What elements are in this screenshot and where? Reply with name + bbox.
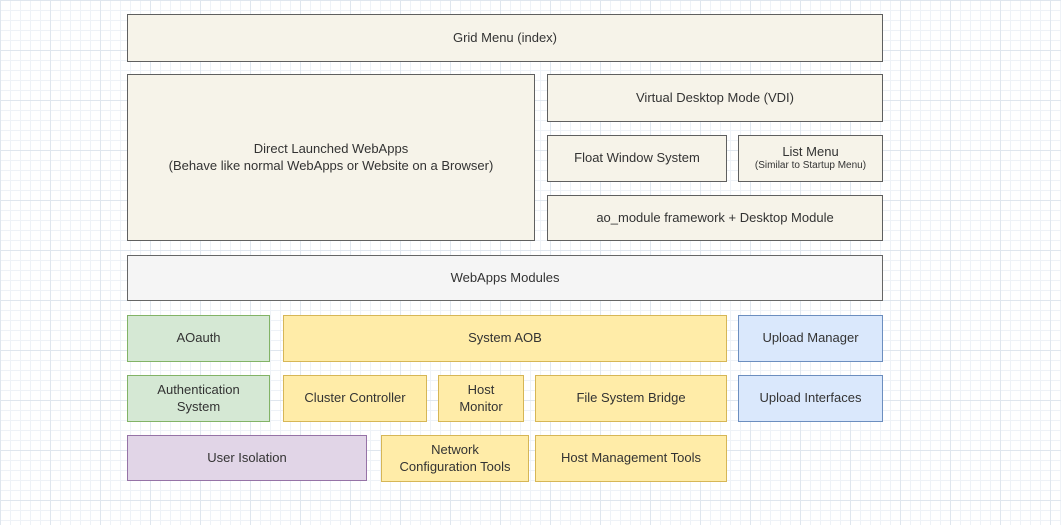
host-management-tools-label: Host Management Tools — [561, 450, 701, 466]
user-isolation-label: User Isolation — [207, 450, 286, 466]
network-configuration-tools-label: Network — [431, 442, 479, 458]
grid-menu-label: Grid Menu (index) — [453, 30, 557, 46]
list-menu-label: (Similar to Startup Menu) — [755, 160, 866, 173]
list-menu-node[interactable]: List Menu(Similar to Startup Menu) — [738, 135, 883, 182]
direct-launched-webapps-label: (Behave like normal WebApps or Website o… — [169, 158, 494, 174]
aoauth-node[interactable]: AOauth — [127, 315, 270, 362]
direct-launched-webapps-label: Direct Launched WebApps — [254, 141, 408, 157]
network-configuration-tools-label: Configuration Tools — [399, 459, 510, 475]
upload-manager-node[interactable]: Upload Manager — [738, 315, 883, 362]
authentication-system-label: Authentication — [157, 382, 239, 398]
ao-module-framework-label: ao_module framework + Desktop Module — [596, 210, 833, 226]
system-aob-node[interactable]: System AOB — [283, 315, 727, 362]
host-management-tools-node[interactable]: Host Management Tools — [535, 435, 727, 482]
network-configuration-tools-node[interactable]: NetworkConfiguration Tools — [381, 435, 529, 482]
file-system-bridge-node[interactable]: File System Bridge — [535, 375, 727, 422]
host-monitor-node[interactable]: HostMonitor — [438, 375, 524, 422]
webapps-modules-node[interactable]: WebApps Modules — [127, 255, 883, 301]
host-monitor-label: Host — [468, 382, 495, 398]
authentication-system-label: System — [177, 399, 220, 415]
virtual-desktop-mode-node[interactable]: Virtual Desktop Mode (VDI) — [547, 74, 883, 122]
grid-menu-node[interactable]: Grid Menu (index) — [127, 14, 883, 62]
webapps-modules-label: WebApps Modules — [451, 270, 560, 286]
diagram-canvas: Grid Menu (index) Direct Launched WebApps… — [0, 0, 1061, 525]
float-window-system-node[interactable]: Float Window System — [547, 135, 727, 182]
authentication-system-node[interactable]: AuthenticationSystem — [127, 375, 270, 422]
virtual-desktop-mode-label: Virtual Desktop Mode (VDI) — [636, 90, 794, 106]
cluster-controller-label: Cluster Controller — [304, 390, 405, 406]
direct-launched-webapps-node[interactable]: Direct Launched WebApps(Behave like norm… — [127, 74, 535, 241]
aoauth-label: AOauth — [176, 330, 220, 346]
ao-module-framework-node[interactable]: ao_module framework + Desktop Module — [547, 195, 883, 241]
file-system-bridge-label: File System Bridge — [576, 390, 685, 406]
cluster-controller-node[interactable]: Cluster Controller — [283, 375, 427, 422]
float-window-system-label: Float Window System — [574, 150, 700, 166]
user-isolation-node[interactable]: User Isolation — [127, 435, 367, 481]
system-aob-label: System AOB — [468, 330, 542, 346]
upload-manager-label: Upload Manager — [762, 330, 858, 346]
list-menu-label: List Menu — [782, 144, 838, 160]
upload-interfaces-label: Upload Interfaces — [760, 390, 862, 406]
upload-interfaces-node[interactable]: Upload Interfaces — [738, 375, 883, 422]
host-monitor-label: Monitor — [459, 399, 502, 415]
